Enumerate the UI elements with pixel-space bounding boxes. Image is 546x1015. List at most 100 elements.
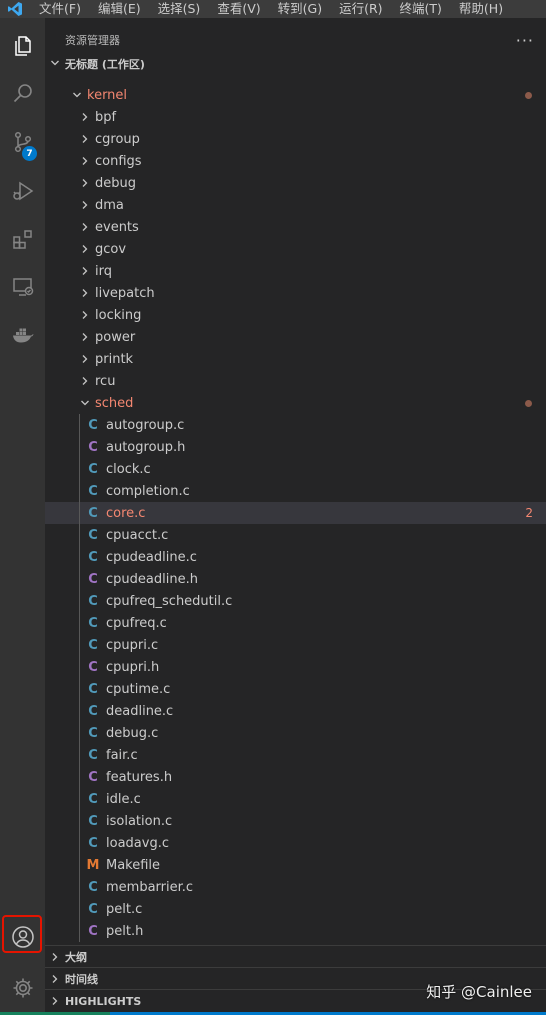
- folder-item[interactable]: bpf: [45, 106, 546, 128]
- folder-item[interactable]: events: [45, 216, 546, 238]
- file-label: deadline.c: [106, 703, 174, 719]
- file-item[interactable]: Cfeatures.h: [45, 766, 546, 788]
- accounts-icon[interactable]: [0, 915, 45, 959]
- menu-item[interactable]: 文件(F): [30, 0, 89, 18]
- chevron-down-icon: [69, 90, 85, 100]
- file-item[interactable]: Ccpupri.c: [45, 634, 546, 656]
- folder-item[interactable]: rcu: [45, 370, 546, 392]
- c-header-file-icon: C: [88, 439, 98, 455]
- folder-label: kernel: [87, 87, 128, 103]
- folder-item[interactable]: printk: [45, 348, 546, 370]
- folder-item[interactable]: cgroup: [45, 128, 546, 150]
- file-label: fair.c: [106, 747, 138, 763]
- c-file-icon: C: [88, 681, 98, 697]
- gear-icon[interactable]: [0, 966, 45, 1010]
- file-item[interactable]: Ccpuacct.c: [45, 524, 546, 546]
- menu-item[interactable]: 帮助(H): [450, 0, 511, 18]
- file-item[interactable]: Ccpudeadline.h: [45, 568, 546, 590]
- file-item[interactable]: Cisolation.c: [45, 810, 546, 832]
- chevron-right-icon: [45, 974, 65, 984]
- modified-dot-icon: [525, 399, 532, 407]
- menu-item[interactable]: 编辑(E): [89, 0, 149, 18]
- file-item[interactable]: Cclock.c: [45, 458, 546, 480]
- source-control-icon[interactable]: 7: [0, 120, 45, 164]
- outline-title: 大纲: [65, 951, 87, 964]
- folder-label: cgroup: [95, 131, 140, 147]
- folder-item[interactable]: power: [45, 326, 546, 348]
- highlight-box: [2, 915, 42, 953]
- file-item[interactable]: Ccpudeadline.c: [45, 546, 546, 568]
- folder-sched[interactable]: sched: [45, 392, 546, 414]
- file-label: cputime.c: [106, 681, 171, 697]
- folder-item[interactable]: livepatch: [45, 282, 546, 304]
- folder-item[interactable]: configs: [45, 150, 546, 172]
- c-header-file-icon: C: [88, 659, 98, 675]
- menu-item[interactable]: 终端(T): [391, 0, 450, 18]
- chevron-down-icon: [77, 398, 93, 408]
- run-debug-icon[interactable]: [0, 169, 45, 213]
- file-item[interactable]: Ccpupri.h: [45, 656, 546, 678]
- c-file-icon: C: [88, 725, 98, 741]
- folder-item[interactable]: gcov: [45, 238, 546, 260]
- folder-label: gcov: [95, 241, 127, 257]
- file-label: membarrier.c: [106, 879, 194, 895]
- file-label: cpuacct.c: [106, 527, 169, 543]
- file-item[interactable]: Cautogroup.h: [45, 436, 546, 458]
- file-item[interactable]: M Makefile: [45, 854, 546, 876]
- c-file-icon: C: [88, 483, 98, 499]
- file-item[interactable]: Cpelt.h: [45, 920, 546, 942]
- folder-label: locking: [95, 307, 142, 323]
- extensions-icon[interactable]: [0, 217, 45, 261]
- folder-label: livepatch: [95, 285, 155, 301]
- folder-kernel[interactable]: kernel: [45, 84, 546, 106]
- chevron-right-icon: [77, 266, 93, 276]
- search-icon[interactable]: [0, 71, 45, 115]
- explorer-icon[interactable]: [0, 24, 45, 68]
- file-tree: kernel bpf cgroup configs debug dma events gcov…: [45, 84, 546, 942]
- file-item[interactable]: Ccputime.c: [45, 678, 546, 700]
- c-file-icon: C: [88, 527, 98, 543]
- menu-bar: 文件(F) 编辑(E) 选择(S) 查看(V) 转到(G) 运行(R) 终端(T) 帮助(H): [0, 0, 546, 18]
- more-actions-icon[interactable]: ···: [516, 31, 534, 50]
- outline-panel-header[interactable]: 大纲: [45, 945, 546, 968]
- file-item[interactable]: Cloadavg.c: [45, 832, 546, 854]
- file-item[interactable]: Cdebug.c: [45, 722, 546, 744]
- file-item[interactable]: Ccpufreq_schedutil.c: [45, 590, 546, 612]
- modified-dot-icon: [525, 91, 532, 99]
- docker-icon[interactable]: [0, 313, 45, 357]
- folder-label: irq: [95, 263, 112, 279]
- file-label: cpudeadline.h: [106, 571, 198, 587]
- file-item[interactable]: Ccompletion.c: [45, 480, 546, 502]
- file-item[interactable]: Cmembarrier.c: [45, 876, 546, 898]
- workspace-header[interactable]: 无标题 (工作区): [45, 53, 546, 75]
- file-item[interactable]: Cautogroup.c: [45, 414, 546, 436]
- folder-label: bpf: [95, 109, 117, 125]
- file-item[interactable]: Cdeadline.c: [45, 700, 546, 722]
- chevron-right-icon: [77, 134, 93, 144]
- problem-count: 2: [525, 506, 533, 520]
- c-file-icon: C: [88, 461, 98, 477]
- folder-item[interactable]: irq: [45, 260, 546, 282]
- menu-item[interactable]: 选择(S): [149, 0, 209, 18]
- file-item[interactable]: Ccpufreq.c: [45, 612, 546, 634]
- folder-item[interactable]: dma: [45, 194, 546, 216]
- file-label: isolation.c: [106, 813, 173, 829]
- file-item[interactable]: Cidle.c: [45, 788, 546, 810]
- c-file-icon: C: [88, 813, 98, 829]
- chevron-right-icon: [77, 288, 93, 298]
- chevron-right-icon: [77, 156, 93, 166]
- folder-item[interactable]: locking: [45, 304, 546, 326]
- folder-item[interactable]: debug: [45, 172, 546, 194]
- c-file-icon: C: [88, 637, 98, 653]
- menu-item[interactable]: 运行(R): [330, 0, 390, 18]
- highlights-title: HIGHLIGHTS: [65, 994, 142, 1008]
- chevron-right-icon: [77, 112, 93, 122]
- file-item[interactable]: Cfair.c: [45, 744, 546, 766]
- c-file-icon: C: [88, 549, 98, 565]
- file-item[interactable]: Cpelt.c: [45, 898, 546, 920]
- remote-explorer-icon[interactable]: [0, 265, 45, 309]
- menu-item[interactable]: 转到(G): [269, 0, 330, 18]
- file-item-selected[interactable]: Ccore.c 2: [45, 502, 546, 524]
- c-file-icon: C: [88, 835, 98, 851]
- menu-item[interactable]: 查看(V): [208, 0, 268, 18]
